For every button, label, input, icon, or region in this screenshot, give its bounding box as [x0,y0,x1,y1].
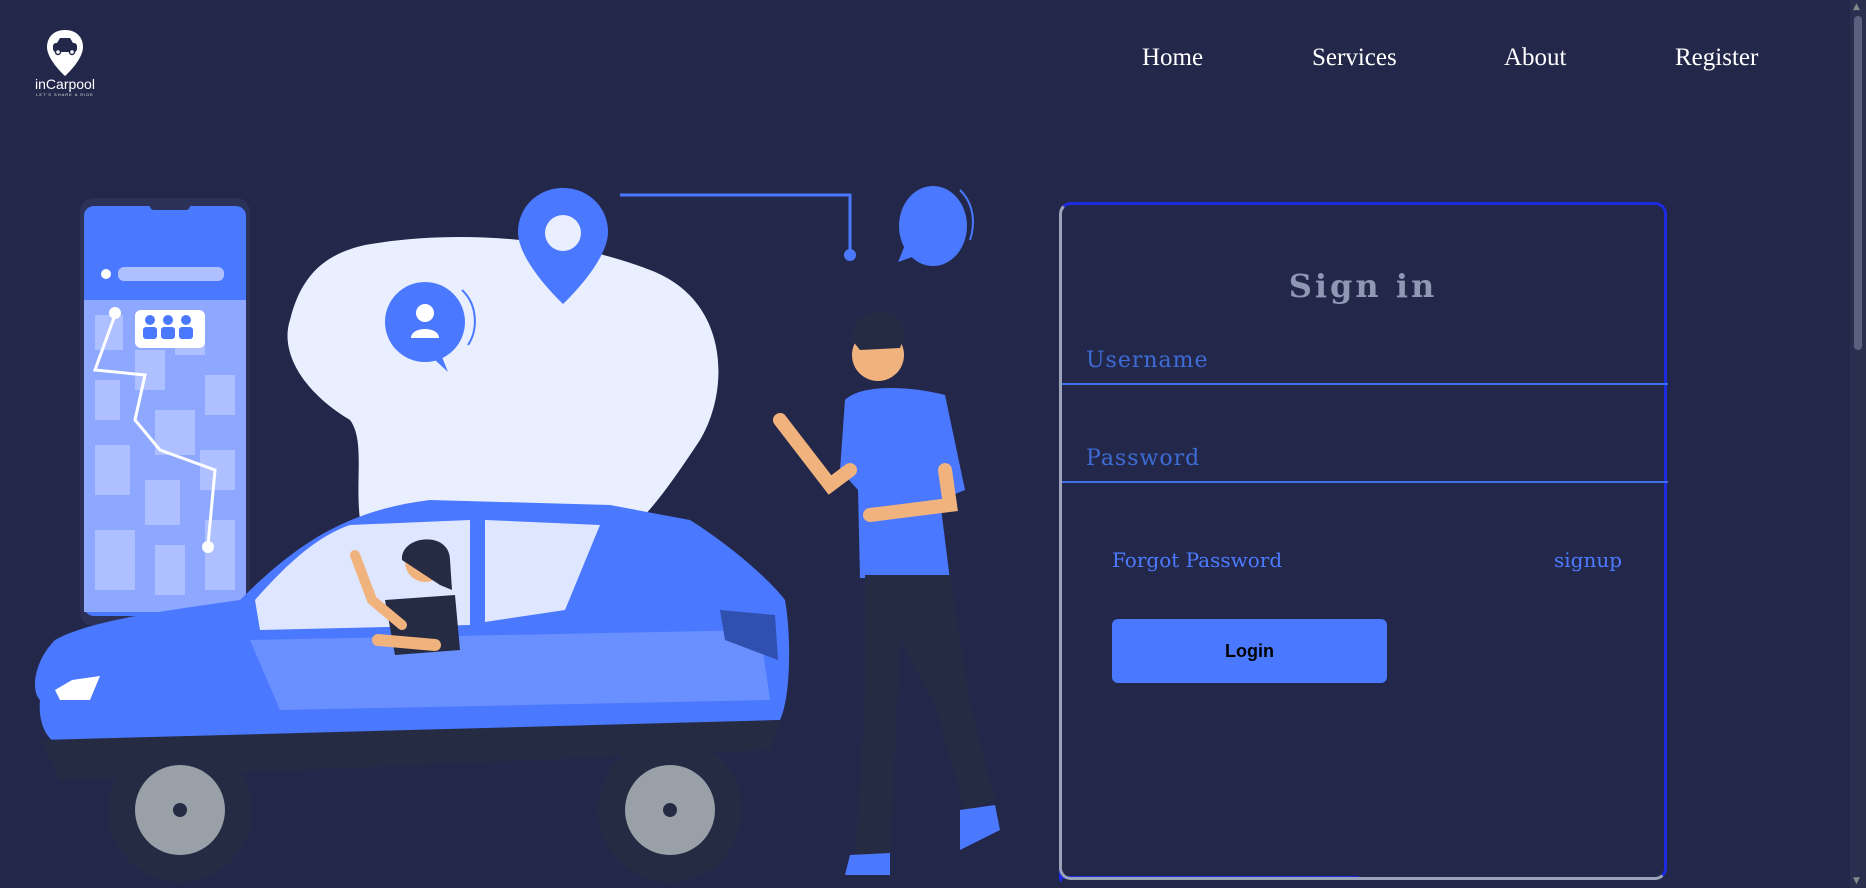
top-navigation: Home Services About Register [0,44,1866,84]
scrollbar-thumb[interactable] [1854,16,1862,350]
signin-card: Sign in Forgot Password signup Login [1059,202,1668,880]
man-waving-icon [773,311,1000,875]
phone-map-icon [80,198,250,626]
brand-tagline: LET'S SHARE A RIDE [36,92,94,97]
carpool-illustration [35,186,1000,882]
car-wheel-rear [598,738,742,882]
signin-title: Sign in [1288,267,1438,305]
nav-services[interactable]: Services [1312,44,1397,72]
speech-blob [287,237,719,520]
nav-register[interactable]: Register [1675,44,1758,72]
chat-bubble-icon [898,186,974,266]
nav-about[interactable]: About [1504,44,1567,72]
page-scrollbar[interactable]: ▲ ▼ [1850,0,1866,888]
nav-home[interactable]: Home [1142,44,1203,72]
scroll-down-icon[interactable]: ▼ [1853,876,1860,886]
forgot-password-link[interactable]: Forgot Password [1112,548,1282,572]
scroll-up-icon[interactable]: ▲ [1853,2,1860,12]
password-input[interactable] [1062,435,1668,483]
car-wheel-front [108,738,252,882]
username-input[interactable] [1062,337,1668,385]
connector-line [620,193,852,255]
login-button[interactable]: Login [1112,619,1387,683]
signup-link[interactable]: signup [1554,548,1622,572]
